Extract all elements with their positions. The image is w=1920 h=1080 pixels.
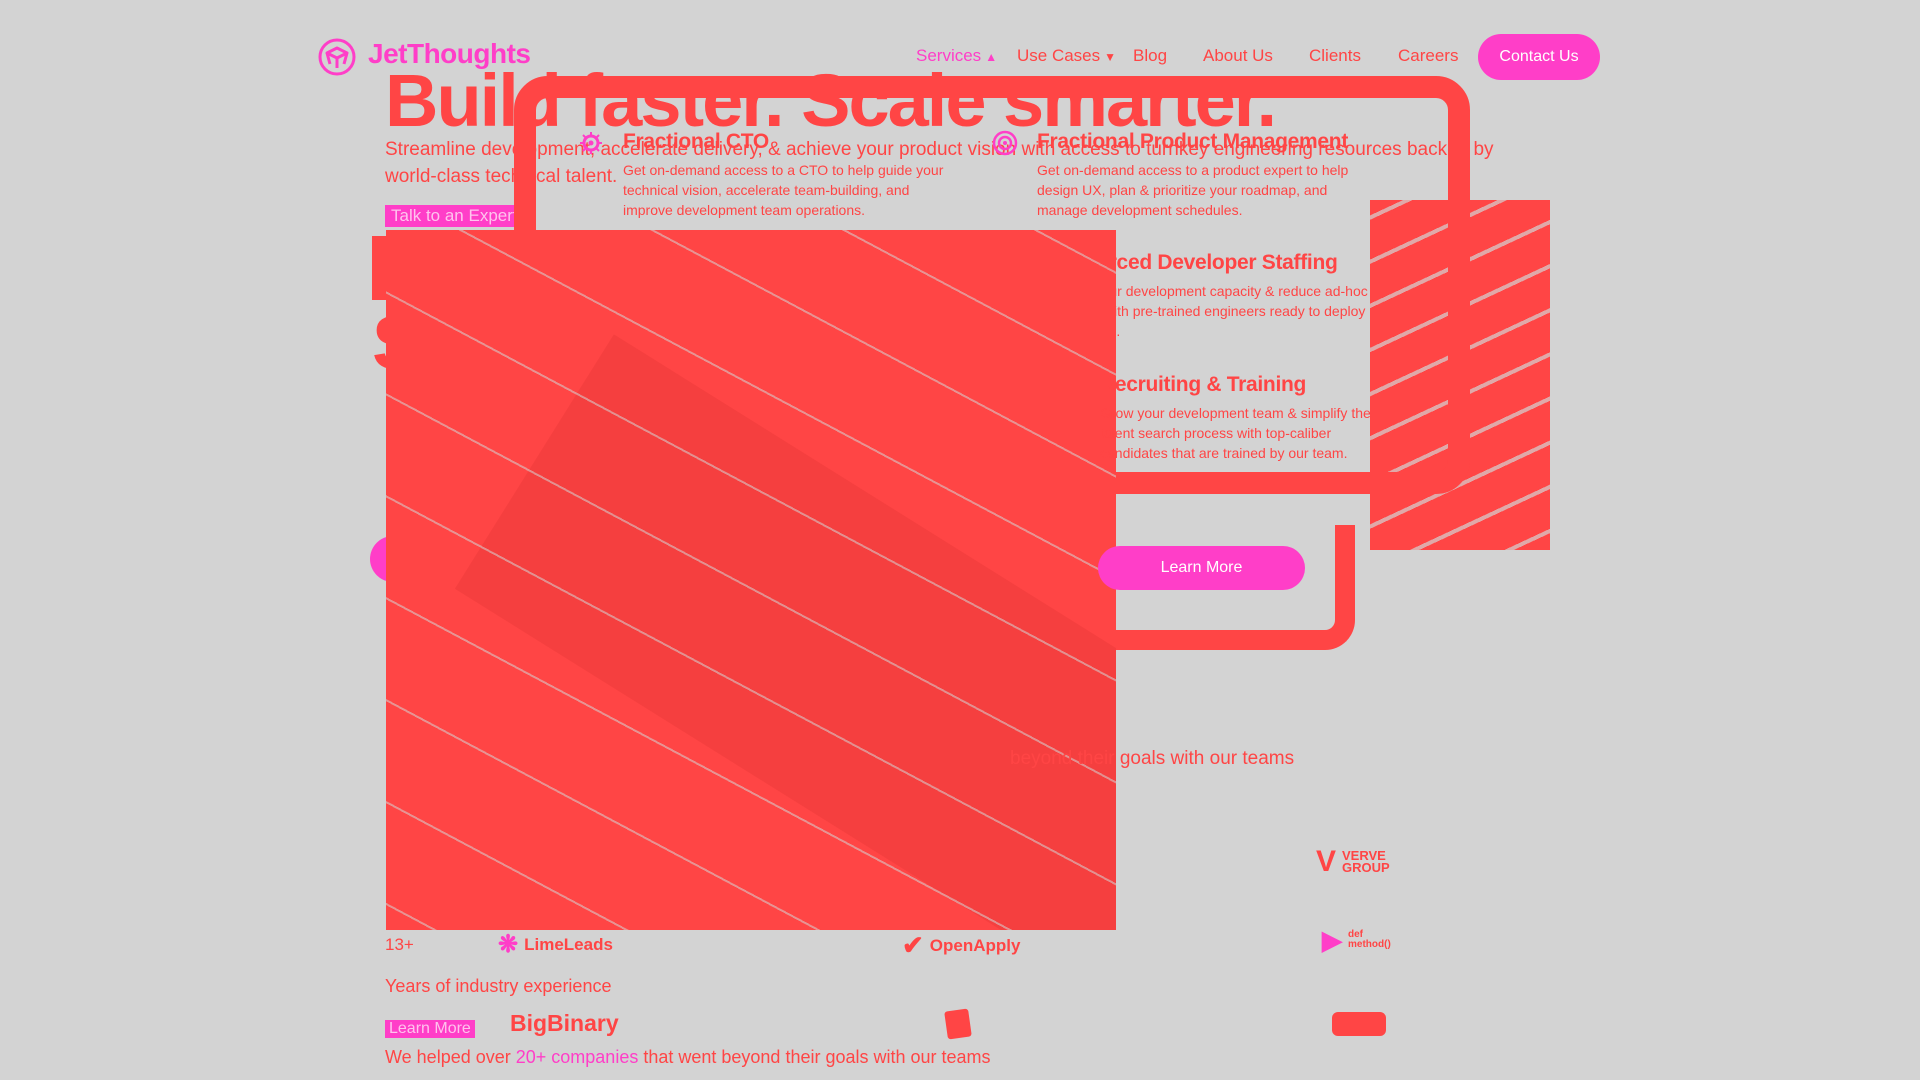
years-stat-value: 13+ — [385, 935, 414, 954]
client-logo-document-icon — [944, 1008, 972, 1040]
talk-to-expert-button[interactable]: Talk to an Expert — [385, 205, 524, 227]
illustration-texture — [386, 230, 1116, 930]
helped-suffix: that went beyond their goals with our te… — [638, 1047, 991, 1067]
service-item-desc: Get on-demand access to a product expert… — [1037, 162, 1349, 218]
cto-gear-icon — [578, 130, 604, 156]
jetthoughts-logo-icon[interactable] — [318, 38, 356, 76]
recruiting-title: Recruiting & Training — [1100, 373, 1307, 396]
product-target-icon — [992, 130, 1018, 156]
companies-helped-line: We helped over 20+ companies that went b… — [385, 1047, 991, 1068]
service-item-title[interactable]: Fractional Product Management — [1037, 130, 1348, 154]
learn-more-button[interactable]: Learn More — [1098, 546, 1305, 590]
nav-careers[interactable]: Careers — [1398, 46, 1458, 66]
nav-clients[interactable]: Clients — [1309, 46, 1361, 66]
hero-illustration — [386, 230, 1116, 930]
client-logo-verve-group: V VERVE GROUP — [1316, 845, 1394, 878]
hero-letter-fragment — [372, 236, 386, 300]
service-item-title[interactable]: Fractional CTO — [623, 130, 769, 154]
client-name: def method() — [1348, 929, 1391, 950]
client-logo-limeleads: ❋ LimeLeads — [498, 930, 613, 959]
contact-us-button[interactable]: Contact Us — [1478, 34, 1600, 80]
verve-v-icon: V — [1316, 845, 1337, 878]
years-stat-label: Years of industry experience — [385, 976, 612, 996]
limeleads-icon: ❋ — [498, 931, 519, 958]
client-name: VERVE GROUP — [1342, 848, 1390, 875]
teams-line-fragment: beyond their goals with our teams — [1010, 748, 1295, 769]
client-logo-badge — [1332, 1012, 1386, 1036]
service-item-title-partial[interactable]: Recruiting & Training — [1100, 373, 1306, 397]
helped-prefix: We helped over — [385, 1047, 516, 1067]
client-logo-openapply: ✔ OpenApply — [902, 930, 1020, 961]
play-icon: ▶ — [1322, 925, 1342, 955]
client-logo-def-method: ▶ def method() — [1322, 925, 1398, 955]
companies-link[interactable]: 20+ companies — [516, 1047, 639, 1067]
client-name: BigBinary — [510, 1010, 619, 1036]
client-name: LimeLeads — [524, 934, 613, 954]
learn-more-link[interactable]: Learn More — [385, 1020, 475, 1038]
checkmark-icon: ✔ — [902, 930, 924, 960]
service-item-desc: Grow your development team & simplify th… — [1100, 405, 1371, 461]
client-name: OpenApply — [929, 935, 1021, 955]
client-logo-bigbinary: BigBinary — [510, 1010, 619, 1037]
service-item-desc: Get on-demand access to a CTO to help gu… — [623, 162, 944, 218]
